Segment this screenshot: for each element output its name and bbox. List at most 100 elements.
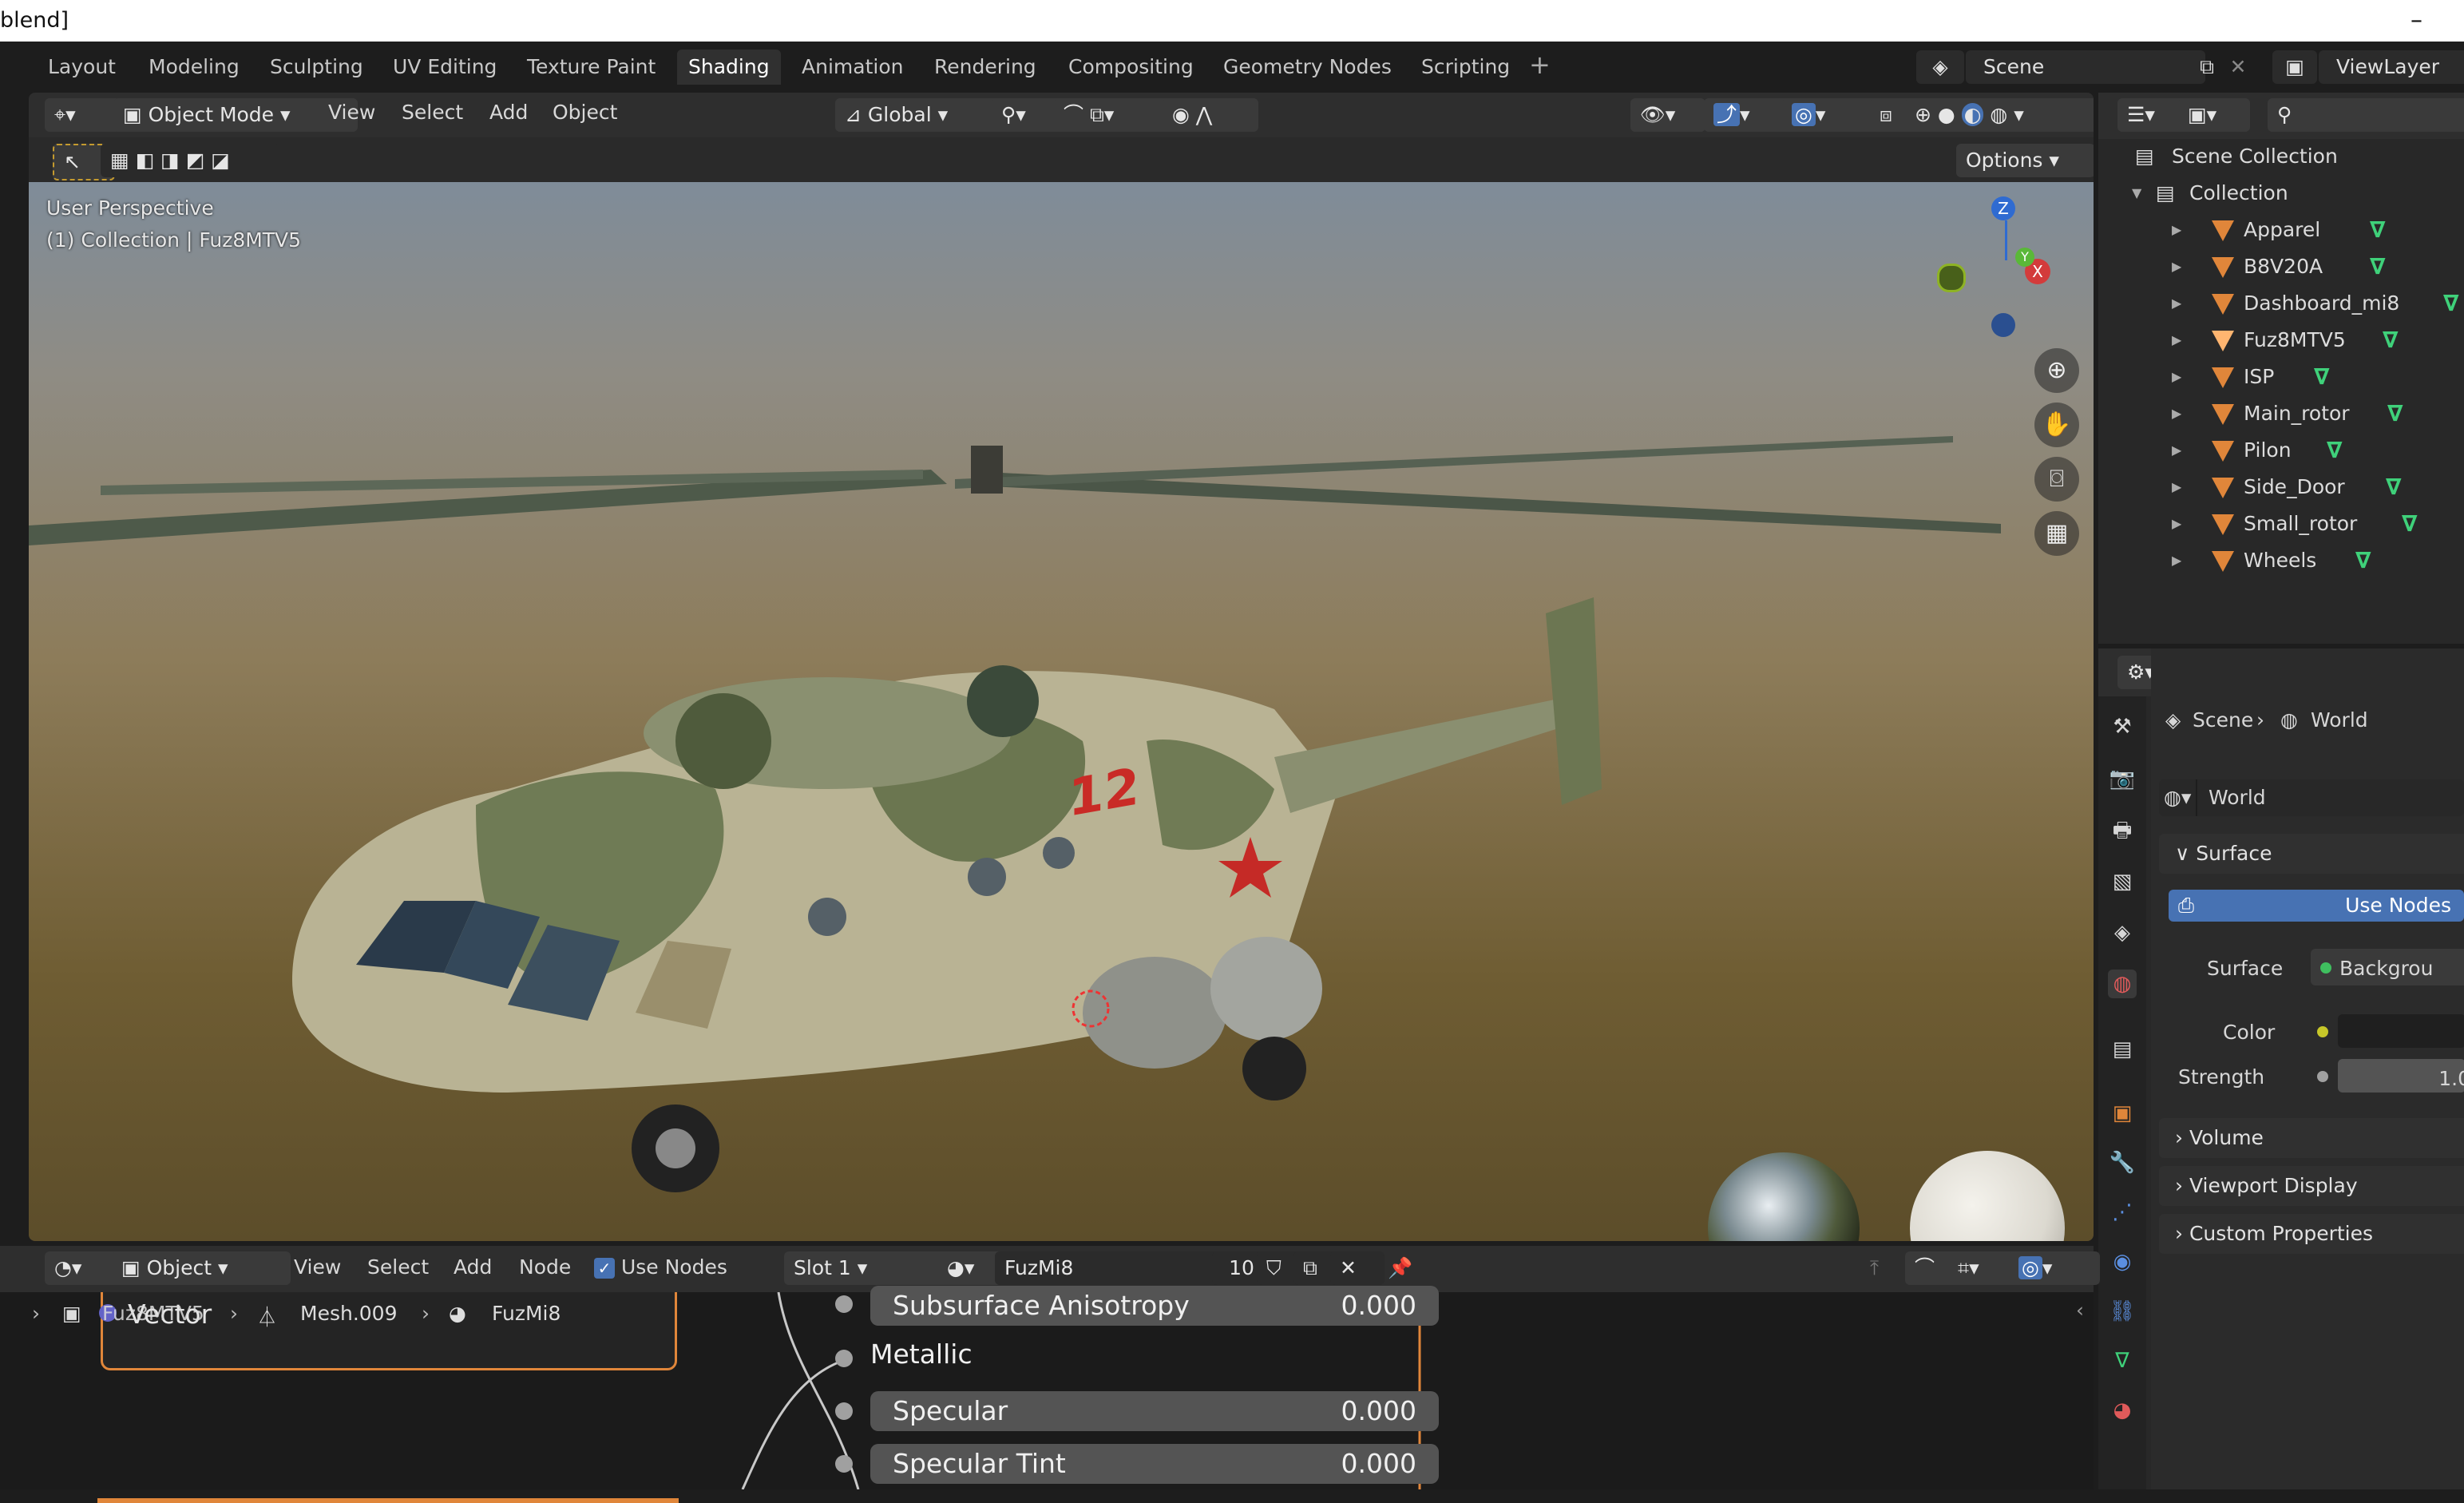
expand-triangle-icon[interactable]: ▶ [2172, 249, 2181, 284]
outliner-item[interactable]: ▶ Pilon ∇ [2098, 433, 2464, 468]
shader-node-editor[interactable]: ◔▾ ▣ Object ▾ View Select Add Node ✓ Use… [0, 1246, 2100, 1503]
tab-sculpting[interactable]: Sculpting [259, 50, 374, 85]
pan-hand-icon[interactable]: ✋ [2034, 403, 2079, 447]
render-tab-icon[interactable]: 📷 [2108, 764, 2137, 793]
collection-tab-icon[interactable]: ▤ [2108, 1035, 2137, 1064]
select-mode-icons[interactable]: ▦ ◧ ◨ ◩ ◪ [101, 144, 279, 177]
expand-triangle-icon[interactable]: ▶ [2172, 506, 2181, 541]
snap-icon[interactable]: ⌒ ⧉▾ [1054, 98, 1177, 132]
modifier-tab-icon[interactable]: 🔧 [2108, 1148, 2137, 1177]
volume-panel-header[interactable]: › Volume [2159, 1118, 2464, 1158]
mesh-data-icon[interactable]: ∇ [2370, 249, 2386, 284]
mesh-data-icon[interactable]: ∇ [2327, 433, 2343, 468]
tool-tab-icon[interactable]: ⚒ [2108, 712, 2137, 741]
gizmo-z-icon[interactable]: Z [1991, 196, 2015, 220]
menu-add[interactable]: Add [489, 101, 528, 124]
viewlayer-selector-icon[interactable]: ▣ [2272, 50, 2317, 84]
outliner-item[interactable]: ▶ Dashboard_mi8 ∇ [2098, 286, 2464, 321]
add-workspace-icon[interactable]: + [1529, 50, 1551, 80]
particles-tab-icon[interactable]: ⋰ [2108, 1198, 2137, 1227]
node-menu-select[interactable]: Select [367, 1255, 429, 1279]
physics-tab-icon[interactable]: ◉ [2108, 1247, 2137, 1276]
node-menu-node[interactable]: Node [519, 1255, 571, 1279]
menu-object[interactable]: Object [553, 101, 617, 124]
overlay-toggle-icon[interactable]: ◎ ▾ [1782, 98, 1878, 132]
world-browse-icon[interactable]: ◍▾ [2164, 779, 2191, 816]
input-socket-icon[interactable] [835, 1455, 853, 1473]
mesh-data-icon[interactable]: ∇ [2314, 359, 2330, 395]
color-swatch[interactable] [2338, 1014, 2464, 1048]
pin-icon[interactable]: 📌 [1378, 1251, 1432, 1285]
subsurface-anisotropy-field[interactable]: Subsurface Anisotropy 0.000 [870, 1286, 1439, 1326]
3d-viewport[interactable]: ⌖▾ ▣ Object Mode ▾ View Select Add Objec… [29, 93, 2094, 1241]
outliner-item[interactable]: ▶ Side_Door ∇ [2098, 470, 2464, 505]
node-canvas[interactable]: Vector › ▣ Fuz8MTV5 › ⏃ Mesh.009 › ◕ Fuz… [0, 1286, 2094, 1503]
gizmo-neg-y-icon[interactable] [1937, 264, 1966, 292]
specular-field[interactable]: Specular 0.000 [870, 1391, 1439, 1431]
scene-selector-icon[interactable]: ◈ [1916, 50, 1964, 84]
gizmo-toggle-icon[interactable]: ⤴ ▾ [1704, 98, 1795, 132]
outliner-item[interactable]: ▶ Apparel ∇ [2098, 212, 2464, 248]
shading-mode-icons[interactable]: ⊕ ● ◐ ◍ ▾ [1905, 98, 2094, 132]
data-tab-icon[interactable]: ∇ [2108, 1346, 2137, 1375]
breadcrumb-object[interactable]: Fuz8MTV5 [102, 1302, 204, 1325]
mesh-data-icon[interactable]: ∇ [2355, 543, 2371, 578]
editor-type-icon[interactable]: ⌖▾ [45, 98, 120, 132]
use-nodes-checkbox[interactable]: ✓ Use Nodes [594, 1255, 727, 1279]
outliner-scene-collection[interactable]: ▤ Scene Collection [2098, 139, 2464, 174]
view-layer-tab-icon[interactable]: ▧ [2108, 867, 2137, 896]
tab-geometry-nodes[interactable]: Geometry Nodes [1212, 50, 1403, 85]
breadcrumb-expand-icon[interactable]: › [32, 1302, 40, 1325]
delete-scene-icon[interactable]: ✕ [2224, 50, 2252, 84]
object-tab-icon[interactable]: ▣ [2108, 1099, 2137, 1128]
use-nodes-button[interactable]: ⎙ Use Nodes [2169, 890, 2464, 922]
mesh-data-icon[interactable]: ∇ [2443, 286, 2459, 321]
material-tab-icon[interactable]: ◕ [2108, 1396, 2137, 1425]
minimize-button[interactable]: – [2411, 0, 2422, 42]
world-tab-icon[interactable]: ◍ [2108, 970, 2137, 998]
gizmo-y-icon[interactable]: Y [2015, 248, 2034, 267]
viewlayer-name-field[interactable]: ViewLayer [2319, 50, 2464, 84]
node-overlay-icon[interactable]: ◎ ▾ [2009, 1251, 2100, 1285]
expand-triangle-icon[interactable]: ▶ [2172, 359, 2181, 395]
scene-tab-icon[interactable]: ◈ [2108, 918, 2137, 947]
outliner-item[interactable]: ▶ Fuz8MTV5 ∇ [2098, 323, 2464, 358]
tab-modeling[interactable]: Modeling [137, 50, 251, 85]
outliner-search-icon[interactable]: ⚲ [2268, 98, 2464, 132]
mesh-data-icon[interactable]: ∇ [2383, 323, 2399, 358]
tab-scripting[interactable]: Scripting [1410, 50, 1521, 85]
expand-triangle-icon[interactable]: ▶ [2172, 323, 2181, 358]
tab-animation[interactable]: Animation [790, 50, 914, 85]
mesh-data-icon[interactable]: ∇ [2387, 396, 2403, 431]
outliner-collection[interactable]: ▼ ▤ Collection [2098, 176, 2464, 211]
display-mode-icon[interactable]: ▣▾ [2178, 98, 2250, 132]
outliner-item[interactable]: ▶ Wheels ∇ [2098, 543, 2464, 578]
menu-view[interactable]: View [328, 101, 375, 124]
scene-name-field[interactable]: Scene [1966, 50, 2205, 84]
breadcrumb-mesh[interactable]: Mesh.009 [300, 1302, 397, 1325]
expand-triangle-icon[interactable]: ▶ [2172, 286, 2181, 321]
sidebar-toggle-icon[interactable]: ‹ [2076, 1299, 2084, 1322]
tab-shading[interactable]: Shading [677, 50, 781, 85]
outliner-item[interactable]: ▶ ISP ∇ [2098, 359, 2464, 395]
specular-tint-field[interactable]: Specular Tint 0.000 [870, 1444, 1439, 1484]
strength-socket-button[interactable] [2311, 1059, 2333, 1093]
strength-field[interactable]: 1.0 [2338, 1059, 2464, 1093]
proportional-edit-icon[interactable]: ◉ ⋀ [1163, 98, 1258, 132]
tab-rendering[interactable]: Rendering [923, 50, 1048, 85]
outliner-item[interactable]: ▶ Main_rotor ∇ [2098, 396, 2464, 431]
gizmo-neg-z-icon[interactable] [1991, 313, 2015, 337]
node-menu-add[interactable]: Add [454, 1255, 492, 1279]
expand-triangle-icon[interactable]: ▶ [2172, 470, 2181, 505]
surface-shader-field[interactable]: Backgrou [2311, 949, 2464, 985]
expand-triangle-icon[interactable]: ▶ [2172, 212, 2181, 248]
outliner-item[interactable]: ▶ B8V20A ∇ [2098, 249, 2464, 284]
expand-triangle-icon[interactable]: ▶ [2172, 543, 2181, 578]
tab-compositing[interactable]: Compositing [1057, 50, 1205, 85]
mesh-data-icon[interactable]: ∇ [2386, 470, 2402, 505]
tab-texture-paint[interactable]: Texture Paint [516, 50, 667, 85]
output-tab-icon[interactable]: 🖶 [2108, 816, 2137, 845]
constraints-tab-icon[interactable]: ⛓ [2108, 1297, 2137, 1326]
input-socket-icon[interactable] [835, 1402, 853, 1420]
zoom-icon[interactable]: ⊕ [2034, 348, 2079, 393]
